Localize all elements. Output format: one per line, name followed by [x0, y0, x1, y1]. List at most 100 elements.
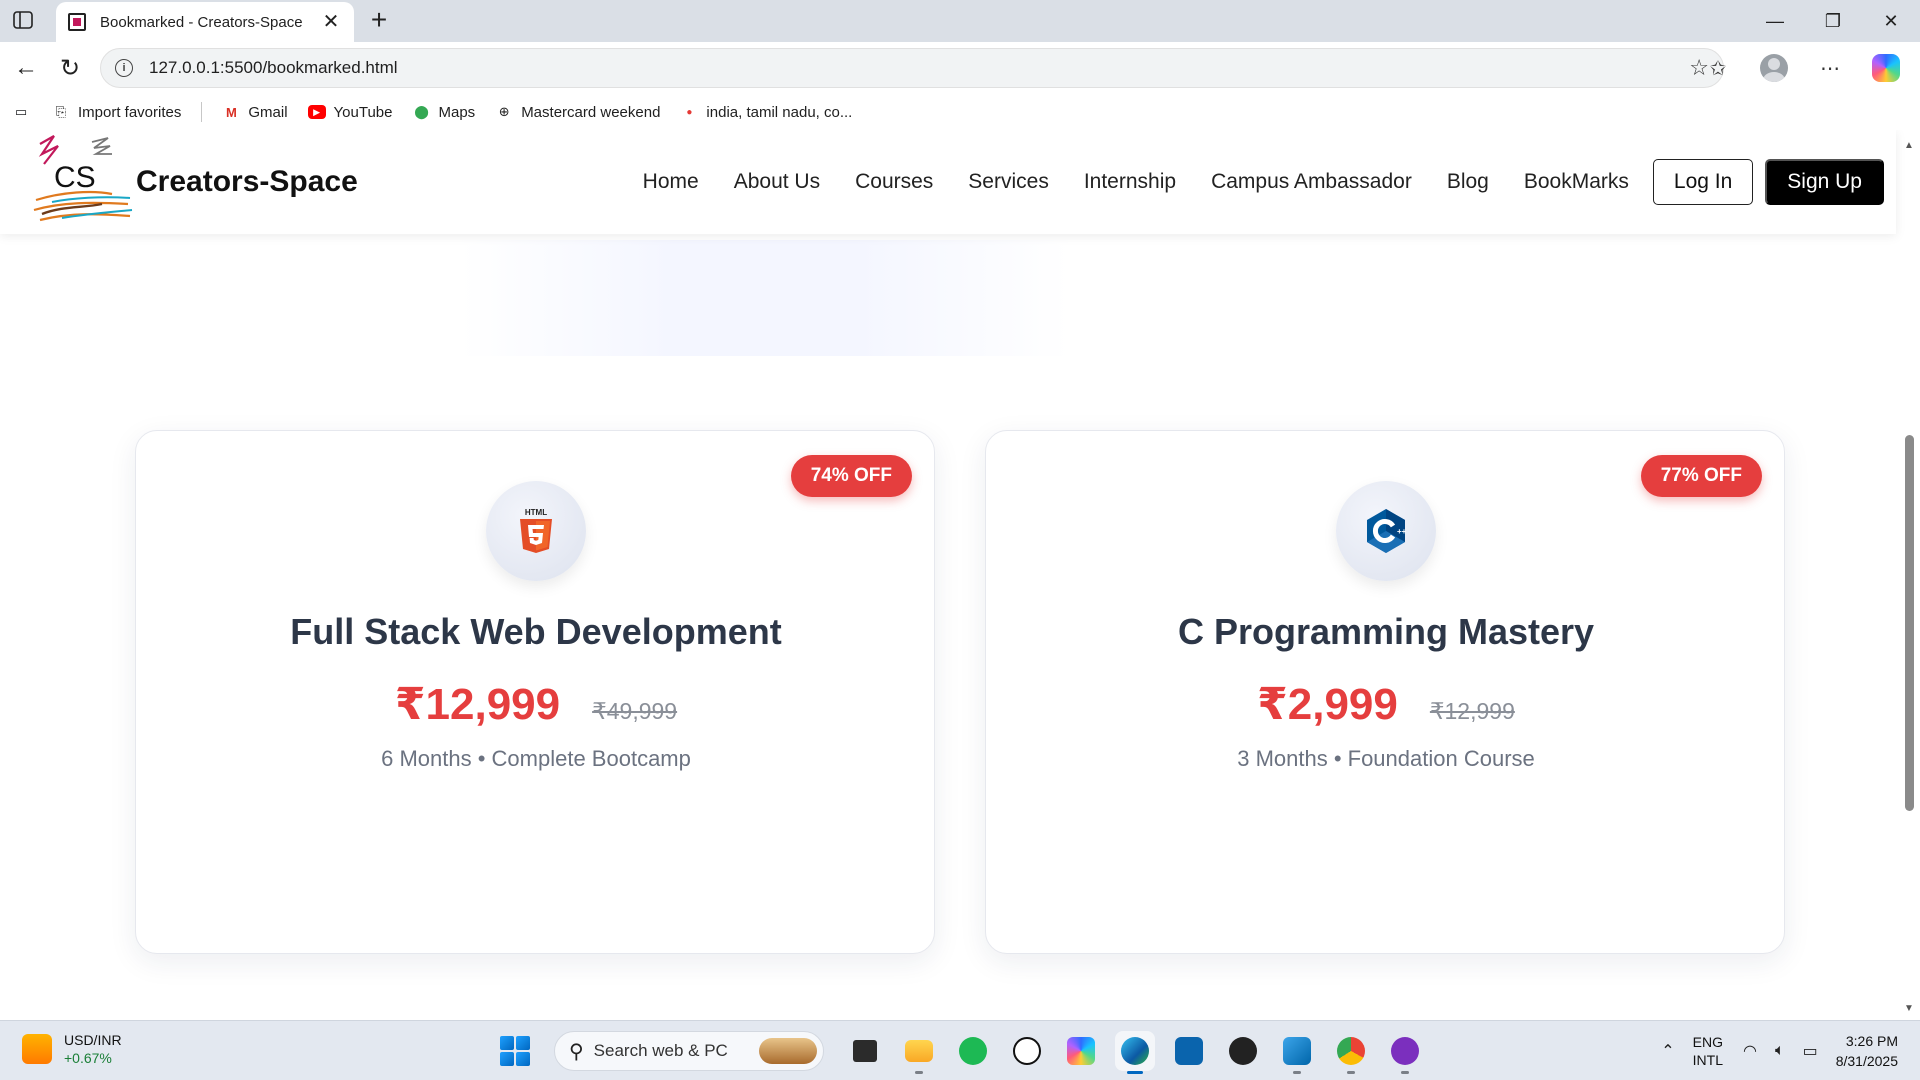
copilot-logo-icon [1872, 54, 1900, 82]
stocks-icon [22, 1034, 52, 1064]
profile-avatar[interactable] [1752, 50, 1796, 86]
browser-toolbar: ← ↻ i 127.0.0.1:5500/bookmarked.html ☆ ✩… [0, 42, 1920, 94]
market-widget[interactable]: USD/INR +0.67% [22, 1031, 122, 1067]
close-window-icon[interactable]: ✕ [1862, 0, 1920, 42]
scrollbar-thumb[interactable] [1905, 435, 1914, 811]
bookmark-maps[interactable]: ⬤ Maps [413, 103, 475, 121]
bookmarks-divider [201, 102, 203, 122]
youtube-icon: ▶ [307, 105, 326, 119]
windows-start-icon[interactable] [500, 1036, 530, 1066]
restore-icon[interactable]: ❐ [1804, 0, 1862, 42]
chrome-icon[interactable] [1331, 1031, 1371, 1074]
nav-about-us[interactable]: About Us [734, 170, 820, 194]
address-bar[interactable]: i 127.0.0.1:5500/bookmarked.html ☆ [100, 48, 1724, 88]
price-row: ₹2,999 ₹12,999 [986, 679, 1786, 730]
nav-services[interactable]: Services [968, 170, 1049, 194]
scroll-down-arrow-icon[interactable]: ▼ [1904, 1003, 1914, 1014]
clock-date: 8/31/2025 [1835, 1053, 1898, 1069]
nav-courses[interactable]: Courses [855, 170, 933, 194]
bookmark-india[interactable]: ● india, tamil nadu, co... [680, 103, 852, 121]
favorites-icon[interactable]: ✩ [1696, 50, 1740, 86]
creators-space-logo-icon[interactable]: CS [32, 132, 134, 232]
site-favicon-icon [68, 13, 86, 31]
system-tray: ⌃ ENG INTL ◠ 🔈︎ ▭ 3:26 PM 8/31/2025 [1661, 1021, 1920, 1080]
close-tab-icon[interactable]: ✕ [320, 12, 342, 32]
course-card-full-stack[interactable]: 74% OFF HTML Full Stack Web Development … [135, 430, 935, 954]
volume-icon[interactable]: 🔈︎ [1775, 1042, 1785, 1060]
signup-button[interactable]: Sign Up [1765, 159, 1884, 205]
site-header: CS Creators-Space Home About Us Courses … [0, 130, 1896, 234]
nav-home[interactable]: Home [643, 170, 699, 194]
import-icon: ⎘ [55, 104, 67, 119]
battery-icon[interactable]: ▭ [1803, 1041, 1818, 1061]
url-text[interactable]: 127.0.0.1:5500/bookmarked.html [149, 58, 1689, 78]
original-price: ₹49,999 [592, 698, 678, 724]
nav-bookmarks[interactable]: BookMarks [1524, 170, 1629, 194]
clock-time: 3:26 PM [1845, 1033, 1898, 1049]
file-explorer-icon[interactable] [899, 1031, 939, 1074]
refresh-icon[interactable]: ↻ [54, 52, 86, 84]
copilot-app-icon[interactable] [1061, 1031, 1101, 1071]
bookmarks-bar: ▭ ⎘ Import favorites M Gmail ▶ YouTube ⬤… [0, 94, 1920, 130]
github-desktop-icon[interactable] [1385, 1031, 1425, 1074]
bookmark-label: Mastercard weekend [521, 103, 661, 121]
hero-background-glow [460, 240, 1070, 356]
task-view-icon[interactable] [845, 1031, 885, 1071]
edge-browser-icon[interactable] [1115, 1031, 1155, 1074]
location-drop-icon: ● [686, 106, 693, 118]
browser-tab-active[interactable]: Bookmarked - Creators-Space ✕ [56, 2, 354, 42]
lang-layout: INTL [1692, 1052, 1723, 1068]
dell-icon[interactable] [1007, 1031, 1047, 1071]
nav-campus-ambassador[interactable]: Campus Ambassador [1211, 170, 1412, 194]
course-title: Full Stack Web Development [290, 611, 782, 652]
avatar-icon [1760, 54, 1788, 82]
taskbar-apps: ⚲ Search web & PC [500, 1029, 1432, 1074]
lang-code: ENG [1692, 1034, 1723, 1050]
system-clock[interactable]: 3:26 PM 8/31/2025 [1836, 1031, 1898, 1071]
nav-internship[interactable]: Internship [1084, 170, 1176, 194]
search-icon: ⚲ [569, 1040, 584, 1063]
taskbar-search[interactable]: ⚲ Search web & PC [554, 1031, 824, 1071]
site-info-icon[interactable]: i [115, 59, 133, 77]
maps-pin-icon: ⬤ [414, 104, 429, 119]
course-duration: 6 Months • Complete Bootcamp [381, 746, 691, 771]
bookmark-mastercard[interactable]: ⊕ Mastercard weekend [495, 103, 661, 121]
show-hidden-icons-chevron-icon[interactable]: ⌃ [1661, 1041, 1674, 1061]
widget-title: USD/INR [64, 1032, 122, 1048]
copilot-icon[interactable] [1864, 50, 1908, 86]
tab-actions-icon[interactable] [12, 9, 38, 33]
spotify-icon[interactable] [953, 1031, 993, 1071]
reading-list-icon[interactable]: ▭ [12, 103, 30, 121]
nav-blog[interactable]: Blog [1447, 170, 1489, 194]
bookmark-gmail[interactable]: M Gmail [222, 103, 288, 121]
vscode-icon[interactable] [1277, 1031, 1317, 1074]
current-price: ₹2,999 [1257, 680, 1398, 729]
bookmark-youtube[interactable]: ▶ YouTube [307, 103, 393, 121]
bookmark-import-favorites[interactable]: ⎘ Import favorites [52, 103, 182, 121]
course-card-c-programming[interactable]: 77% OFF ++ C Programming Mastery ₹2,999 … [985, 430, 1785, 954]
original-price: ₹12,999 [1429, 698, 1515, 724]
price-row: ₹12,999 ₹49,999 [136, 679, 936, 730]
page-viewport: CS Creators-Space Home About Us Courses … [0, 130, 1920, 1020]
current-price: ₹12,999 [394, 680, 561, 729]
bookmark-label: YouTube [333, 103, 393, 121]
input-language[interactable]: ENG INTL [1693, 1033, 1723, 1069]
outlook-icon[interactable] [1169, 1031, 1209, 1071]
more-options-icon[interactable]: ⋯ [1808, 50, 1852, 86]
svg-text:HTML: HTML [525, 508, 547, 517]
wifi-icon[interactable]: ◠ [1743, 1041, 1757, 1061]
browser-tab-strip: Bookmarked - Creators-Space ✕ + — ❐ ✕ [0, 0, 1920, 42]
scroll-up-arrow-icon[interactable]: ▲ [1904, 140, 1914, 151]
globe-icon: ⊕ [498, 104, 510, 119]
bookmark-label: Import favorites [78, 103, 182, 121]
login-button[interactable]: Log In [1652, 159, 1754, 205]
back-arrow-icon[interactable]: ← [10, 52, 42, 84]
minimize-icon[interactable]: — [1746, 0, 1804, 42]
bookmark-label: india, tamil nadu, co... [706, 103, 853, 121]
page-scrollbar[interactable]: ▲ ▼ [1898, 130, 1920, 1020]
media-player-icon[interactable] [1223, 1031, 1263, 1071]
widget-change: +0.67% [64, 1050, 112, 1066]
new-tab-icon[interactable]: + [364, 6, 394, 36]
cplusplus-icon: ++ [1336, 481, 1436, 581]
site-brand-name[interactable]: Creators-Space [136, 165, 358, 199]
